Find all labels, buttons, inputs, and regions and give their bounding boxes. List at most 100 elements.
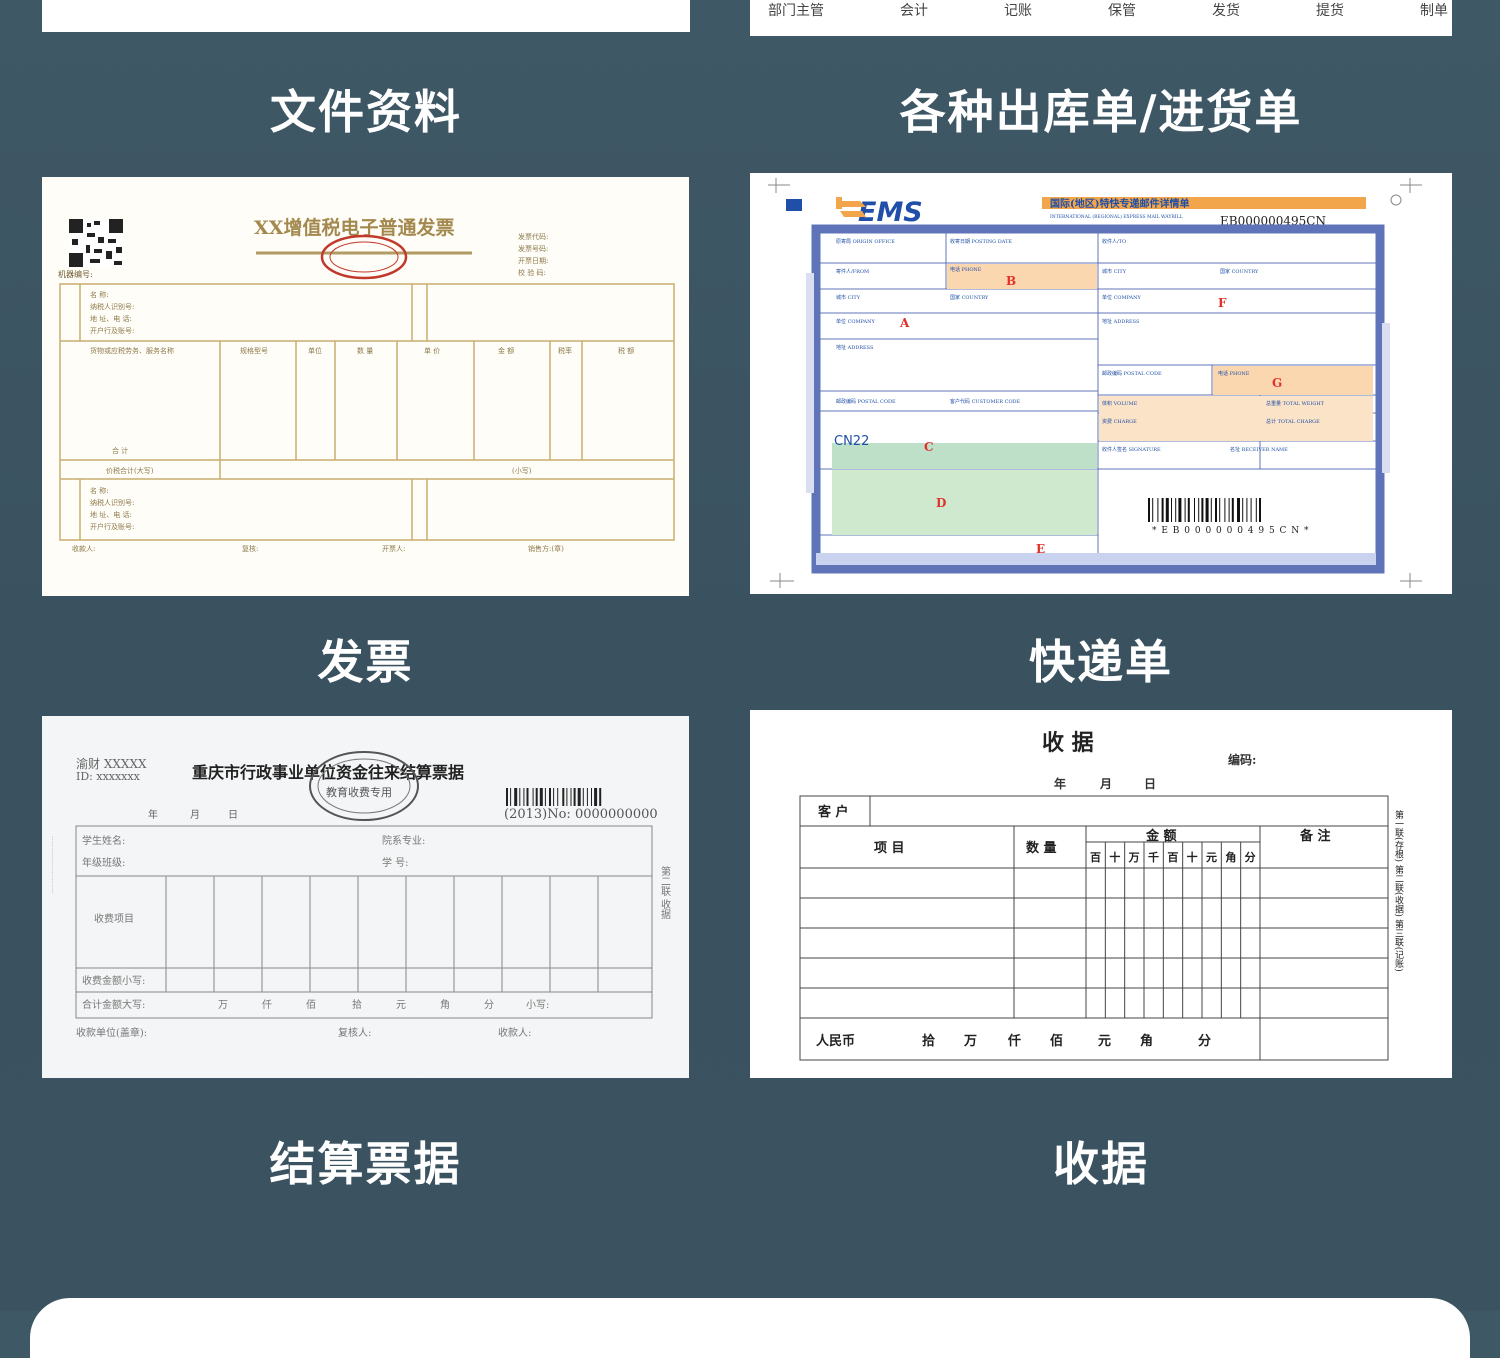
signature-label: 保管 <box>1108 3 1136 19</box>
svg-text:名 称:: 名 称: <box>90 290 109 299</box>
settlement-title: 重庆市行政事业单位资金往来结算票据 <box>192 763 464 782</box>
svg-text:资费 CHARGE: 资费 CHARGE <box>1102 418 1137 425</box>
digit-header: 元 <box>1206 851 1217 864</box>
caption-settlement: 结算票据 <box>269 1137 462 1191</box>
settlement-card: 渝财 XXXXX ID: xxxxxxx 重庆市行政事业单位资金往来结算票据 教… <box>42 716 689 1078</box>
ems-header-en: INTERNATIONAL (REGIONAL) EXPRESS MAIL WA… <box>1050 213 1183 220</box>
svg-text:收件人签名 SIGNATURE: 收件人签名 SIGNATURE <box>1102 446 1161 453</box>
svg-text:复核人:: 复核人: <box>338 1026 371 1039</box>
svg-text:国家 COUNTRY: 国家 COUNTRY <box>1220 268 1259 275</box>
unit-label: 万 <box>218 1000 228 1011</box>
svg-text:税率: 税率 <box>558 346 572 355</box>
svg-text:地址 ADDRESS: 地址 ADDRESS <box>1102 318 1140 325</box>
svg-text:税 额: 税 额 <box>618 346 634 355</box>
svg-text:纳税人识别号:: 纳税人识别号: <box>90 302 134 311</box>
svg-text:..........................: .......................... <box>50 836 58 894</box>
caption-express: 快递单 <box>1029 635 1173 689</box>
ems-logo: EMS <box>858 197 923 228</box>
marker-d: D <box>936 496 946 510</box>
svg-text:年: 年 <box>148 808 158 821</box>
settlement-corner-2: ID: xxxxxxx <box>76 770 141 783</box>
invoice-card: 机器编号: XX增值税电子普通发票 发票代码: 发票号码: 开票日期: 校 验 码: <box>42 177 689 596</box>
documents-card <box>42 0 690 32</box>
svg-text:合 计: 合 计 <box>112 446 128 455</box>
svg-text:纳税人识别号:: 纳税人识别号: <box>90 498 134 507</box>
svg-text:地 址、电 话:: 地 址、电 话: <box>90 314 132 323</box>
svg-text:发票代码:: 发票代码: <box>518 232 548 241</box>
receipt-qty-label: 数 量 <box>1026 840 1057 856</box>
svg-text:合计金额大写:: 合计金额大写: <box>82 998 145 1011</box>
ems-header-cn: 国际(地区)特快专递邮件详情单 <box>1050 197 1189 210</box>
svg-text:复核:: 复核: <box>242 544 258 553</box>
digit-header: 角 <box>1225 850 1236 864</box>
svg-text:学 号:: 学 号: <box>382 856 409 869</box>
svg-text:年级班级:: 年级班级: <box>82 856 125 869</box>
delivery-signature-row: 部门主管 会计 记账 保管 发货 提货 制单 <box>768 0 1448 24</box>
svg-text:规格型号: 规格型号 <box>240 346 268 355</box>
settlement-corner-1: 渝财 XXXXX <box>76 756 147 771</box>
svg-text:单位 COMPANY: 单位 COMPANY <box>836 318 876 325</box>
svg-text:电话 PHONE: 电话 PHONE <box>1218 370 1250 377</box>
receipt-item-label: 项 目 <box>874 841 905 856</box>
caption-documents: 文件资料 <box>270 85 462 139</box>
receipt-remark-label: 备 注 <box>1299 828 1331 844</box>
bottom-panel <box>30 1298 1470 1358</box>
svg-text:校 验 码:: 校 验 码: <box>518 268 546 277</box>
receipt-card: 收 据 编码: 年 月 日 客 户 项 目 数 量 金 额 备 注 人民币 百 … <box>750 710 1452 1078</box>
svg-text:收寄日期 POSTING DATE: 收寄日期 POSTING DATE <box>950 238 1012 245</box>
signature-label: 发货 <box>1212 3 1240 19</box>
cn22-label: CN22 <box>834 434 869 449</box>
svg-text:机器编号:: 机器编号: <box>58 269 93 279</box>
svg-text:金 额: 金 额 <box>498 346 514 355</box>
rmb-unit: 万 <box>963 1034 977 1049</box>
svg-text:开票人:: 开票人: <box>382 545 405 553</box>
svg-text:电话 PHONE: 电话 PHONE <box>950 266 982 273</box>
marker-g: G <box>1272 376 1282 390</box>
svg-text:货物或应税劳务、服务名称: 货物或应税劳务、服务名称 <box>90 346 174 355</box>
rmb-unit: 元 <box>1098 1034 1111 1049</box>
svg-text:价税合计(大写): 价税合计(大写) <box>106 466 154 475</box>
svg-text:学生姓名:: 学生姓名: <box>82 834 125 847</box>
svg-text:(小写): (小写) <box>512 466 532 475</box>
svg-text:开户行及账号:: 开户行及账号: <box>90 522 134 531</box>
svg-text:总计 TOTAL CHARGE: 总计 TOTAL CHARGE <box>1266 418 1320 425</box>
signature-label: 制单 <box>1420 3 1448 19</box>
unit-label: 元 <box>396 1000 406 1011</box>
svg-text:单位: 单位 <box>308 346 322 355</box>
receipt-customer-label: 客 户 <box>818 804 849 820</box>
marker-f: F <box>1218 296 1227 310</box>
svg-text:邮政编码 POSTAL CODE: 邮政编码 POSTAL CODE <box>836 398 896 405</box>
svg-text:收件人/TO: 收件人/TO <box>1102 238 1126 245</box>
signature-label: 会计 <box>900 3 928 19</box>
svg-text:收款人:: 收款人: <box>498 1026 531 1039</box>
svg-text:月: 月 <box>190 809 200 821</box>
svg-text:月: 月 <box>1099 777 1112 791</box>
delivery-card: 部门主管 会计 记账 保管 发货 提货 制单 <box>750 0 1452 36</box>
settlement-stamp-text: 教育收费专用 <box>326 785 392 799</box>
svg-text:体积 VOLUME: 体积 VOLUME <box>1102 400 1138 407</box>
unit-label: 小写: <box>526 999 549 1011</box>
svg-text:城市 CITY: 城市 CITY <box>1102 268 1127 275</box>
svg-text:名 称:: 名 称: <box>90 486 109 495</box>
svg-text:开票日期:: 开票日期: <box>518 257 548 265</box>
receipt-code: 编码: <box>1227 752 1256 767</box>
marker-b: B <box>1006 274 1016 288</box>
svg-text:寄件人/FROM: 寄件人/FROM <box>836 268 869 275</box>
receipt-title: 收 据 <box>1042 730 1094 756</box>
qr-code-icon <box>69 219 123 267</box>
svg-text:数 量: 数 量 <box>357 346 373 355</box>
svg-text:日: 日 <box>1144 777 1156 791</box>
unit-label: 仟 <box>262 998 272 1011</box>
svg-text:国家 COUNTRY: 国家 COUNTRY <box>950 294 989 301</box>
svg-text:开户行及账号:: 开户行及账号: <box>90 326 134 335</box>
digit-header: 百 <box>1090 851 1101 864</box>
settlement-number: (2013)No: 0000000000 <box>504 807 658 822</box>
receipt-amount-label: 金 额 <box>1145 828 1177 844</box>
svg-text:销售方:(章): 销售方:(章) <box>528 544 564 553</box>
svg-text:收费项目: 收费项目 <box>94 912 134 925</box>
svg-text:城市 CITY: 城市 CITY <box>836 294 861 301</box>
digit-header: 百 <box>1167 851 1178 864</box>
svg-text:单位 COMPANY: 单位 COMPANY <box>1102 294 1142 301</box>
receipt-form: 收 据 编码: 年 月 日 客 户 项 目 数 量 金 额 备 注 人民币 百 … <box>799 730 1404 1061</box>
barcode-text: * E B 0 0 0 0 0 0 4 9 5 C N * <box>1152 526 1310 536</box>
